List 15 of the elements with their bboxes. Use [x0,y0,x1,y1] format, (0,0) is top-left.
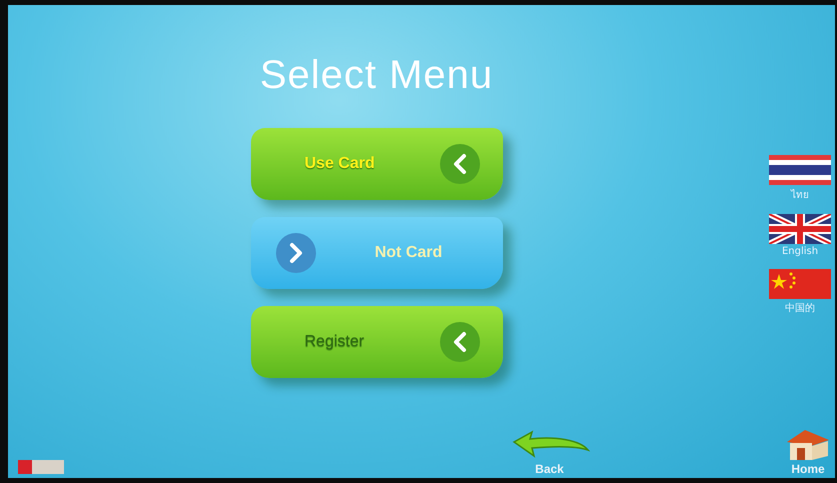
language-button[interactable]: English [769,214,831,257]
logo-icon [18,460,64,474]
menu-button[interactable]: Use Card [250,128,502,200]
striped-flag-icon [769,155,831,185]
page-title: Select Menu [260,53,494,98]
left-chevron-icon [438,143,480,185]
cross-flag-icon [769,214,831,244]
left-chevron-icon [438,321,480,363]
menu-button[interactable]: Not Card [250,217,502,289]
right-chevron-icon [274,232,316,274]
back-button[interactable]: Back [510,430,590,476]
language-button[interactable]: ไทย [769,155,831,202]
star-flag-icon [769,269,831,299]
home-button[interactable]: Home [785,426,831,476]
language-button[interactable]: 中国的 [769,269,831,315]
